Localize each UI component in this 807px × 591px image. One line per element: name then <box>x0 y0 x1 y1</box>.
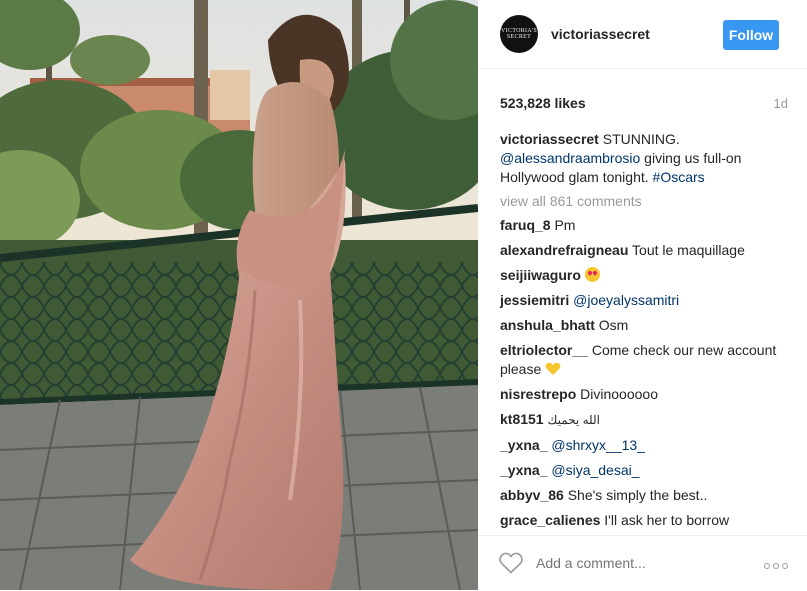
comment: seijiiwaguro <box>500 266 792 285</box>
comment-mention[interactable]: @siya_desai_ <box>551 462 639 478</box>
heart-eyes-emoji-icon <box>584 267 600 282</box>
comment-username[interactable]: jessiemitri <box>500 292 569 308</box>
post-header: VICTORIA'S SECRET victoriassecret Follow <box>478 0 807 69</box>
comment: nisrestrepo Divinoooooo <box>500 385 792 404</box>
more-options-dot <box>773 563 779 569</box>
comment-text: Divinoooooo <box>580 386 658 402</box>
yellow-heart-emoji-icon <box>545 362 561 375</box>
comment: alexandrefraigneau Tout le maquillage <box>500 241 792 260</box>
comment-mention[interactable]: @joeyalyssamitri <box>573 292 679 308</box>
comment-text: Tout le maquillage <box>632 242 745 258</box>
caption-username[interactable]: victoriassecret <box>500 131 599 147</box>
likes-count[interactable]: 523,828 likes <box>500 95 586 111</box>
caption-hashtag[interactable]: #Oscars <box>653 169 705 185</box>
add-comment-input[interactable] <box>536 555 746 571</box>
comment: _yxna_ @siya_desai_ <box>500 461 792 480</box>
comment: _yxna_ @shrxyx__13_ <box>500 436 792 455</box>
comment: eltriolector__ Come check our new accoun… <box>500 341 792 379</box>
heart-outline-icon[interactable] <box>499 552 523 574</box>
more-options-dot <box>782 563 788 569</box>
comment-username[interactable]: _yxna_ <box>500 462 547 478</box>
comment-username[interactable]: kt8151 <box>500 411 544 427</box>
comment: faruq_8 Pm <box>500 216 792 235</box>
comment-username[interactable]: eltriolector__ <box>500 342 588 358</box>
comment-text: Osm <box>598 317 629 333</box>
follow-button[interactable]: Follow <box>723 20 779 50</box>
caption: victoriassecret STUNNING. @alessandraamb… <box>500 130 792 187</box>
comment-bar <box>478 535 807 591</box>
view-all-comments-link[interactable]: view all 861 comments <box>500 192 792 211</box>
comment-username[interactable]: abbyv_86 <box>500 487 564 503</box>
comment: abbyv_86 She's simply the best.. <box>500 486 792 505</box>
comment-username[interactable]: grace_calienes <box>500 512 600 528</box>
comment: grace_calienes I'll ask her to borrow <box>500 511 792 530</box>
more-options-icon[interactable] <box>764 563 788 569</box>
avatar[interactable]: VICTORIA'S SECRET <box>500 15 538 53</box>
account-username[interactable]: victoriassecret <box>551 26 650 42</box>
comment-username[interactable]: seijiiwaguro <box>500 267 581 283</box>
comment-text: I'll ask her to borrow <box>604 512 730 528</box>
caption-mention[interactable]: @alessandraambrosio <box>500 150 640 166</box>
comment-username[interactable]: alexandrefraigneau <box>500 242 628 258</box>
comment-text: الله يحميك <box>547 413 600 427</box>
avatar-logo-text: VICTORIA'S SECRET <box>501 28 537 40</box>
comment-text: Pm <box>554 217 576 233</box>
comment: anshula_bhatt Osm <box>500 316 792 335</box>
post-details: VICTORIA'S SECRET victoriassecret Follow… <box>478 0 807 590</box>
comment-username[interactable]: anshula_bhatt <box>500 317 595 333</box>
comment-username[interactable]: nisrestrepo <box>500 386 576 402</box>
comment-mention[interactable]: @shrxyx__13_ <box>551 437 645 453</box>
comment-text: She's simply the best.. <box>567 487 708 503</box>
more-options-dot <box>764 563 770 569</box>
comment: jessiemitri @joeyalyssamitri <box>500 291 792 310</box>
comments-list: victoriassecret STUNNING. @alessandraamb… <box>500 130 792 536</box>
post-age[interactable]: 1d <box>774 96 788 111</box>
comment-username[interactable]: faruq_8 <box>500 217 551 233</box>
caption-text: STUNNING. <box>602 131 680 147</box>
comment: kt8151 الله يحميك <box>500 410 792 430</box>
comment-username[interactable]: _yxna_ <box>500 437 547 453</box>
post-photo[interactable] <box>0 0 478 590</box>
